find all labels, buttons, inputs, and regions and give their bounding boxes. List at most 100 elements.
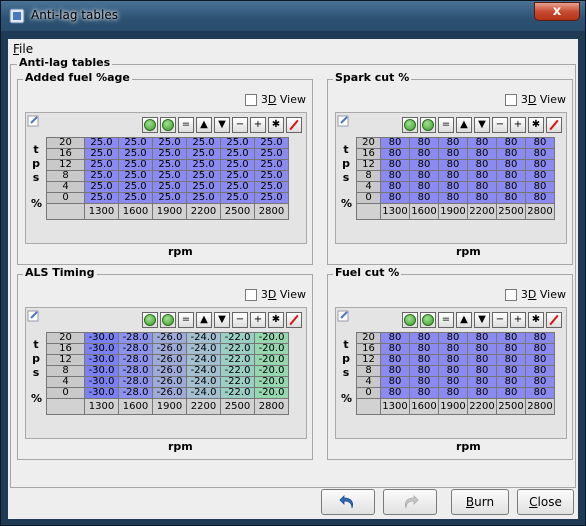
multiply-button[interactable]: ✱ xyxy=(268,117,284,133)
table-cell[interactable]: 80 xyxy=(380,170,410,182)
green-action-button-1[interactable] xyxy=(402,312,418,328)
set-equal-button[interactable]: = xyxy=(438,117,454,133)
table-cell[interactable]: -24.0 xyxy=(186,343,221,355)
table-cell[interactable]: 25.0 xyxy=(186,170,221,182)
table-cell[interactable]: 80 xyxy=(409,192,439,204)
table-cell[interactable]: 80 xyxy=(380,159,410,171)
table-cell[interactable]: 25.0 xyxy=(84,148,119,160)
table-cell[interactable]: 80 xyxy=(380,192,410,204)
table-cell[interactable]: -22.0 xyxy=(220,343,255,355)
table-cell[interactable]: 80 xyxy=(438,343,468,355)
checkbox-box[interactable] xyxy=(244,93,257,106)
plus-button[interactable]: + xyxy=(510,117,526,133)
green-action-button-2[interactable] xyxy=(420,117,436,133)
menu-file[interactable]: File xyxy=(13,42,33,56)
column-header[interactable]: 1600 xyxy=(118,203,153,220)
column-header[interactable]: 2800 xyxy=(525,203,555,220)
table-cell[interactable]: -24.0 xyxy=(186,365,221,377)
table-cell[interactable]: -20.0 xyxy=(254,387,289,399)
decrement-button[interactable]: ▼ xyxy=(474,117,490,133)
row-header[interactable]: 4 xyxy=(46,181,85,193)
table-cell[interactable]: 25.0 xyxy=(152,159,187,171)
table-cell[interactable]: 80 xyxy=(380,354,410,366)
column-header[interactable]: 2500 xyxy=(220,398,255,415)
row-header[interactable]: 16 xyxy=(356,343,381,355)
table-cell[interactable]: 25.0 xyxy=(84,159,119,171)
table-cell[interactable]: 25.0 xyxy=(254,192,289,204)
edit-icon[interactable] xyxy=(27,309,40,322)
table-cell[interactable]: 80 xyxy=(409,159,439,171)
row-header[interactable]: 0 xyxy=(356,387,381,399)
edit-icon[interactable] xyxy=(337,114,350,127)
table-cell[interactable]: 80 xyxy=(409,148,439,160)
table-cell[interactable]: 80 xyxy=(525,181,555,193)
column-header[interactable]: 2200 xyxy=(467,203,497,220)
table-cell[interactable]: 25.0 xyxy=(118,192,153,204)
table-cell[interactable]: 25.0 xyxy=(254,170,289,182)
table-cell[interactable]: 80 xyxy=(409,137,439,149)
multiply-button[interactable]: ✱ xyxy=(528,312,544,328)
table-cell[interactable]: 80 xyxy=(438,170,468,182)
table-cell[interactable]: -22.0 xyxy=(220,365,255,377)
increment-button[interactable]: ▲ xyxy=(456,312,472,328)
row-header[interactable]: 12 xyxy=(356,159,381,171)
table-cell[interactable]: 80 xyxy=(409,181,439,193)
table-cell[interactable]: 25.0 xyxy=(84,192,119,204)
decrement-button[interactable]: ▼ xyxy=(214,312,230,328)
row-header[interactable]: 12 xyxy=(356,354,381,366)
table-cell[interactable]: 80 xyxy=(467,354,497,366)
pen-button[interactable] xyxy=(286,312,302,328)
table-cell[interactable]: 80 xyxy=(467,137,497,149)
table-cell[interactable]: 80 xyxy=(409,170,439,182)
table-cell[interactable]: 80 xyxy=(496,159,526,171)
redo-button[interactable] xyxy=(383,489,437,515)
table-cell[interactable]: -20.0 xyxy=(254,332,289,344)
table-cell[interactable]: -20.0 xyxy=(254,376,289,388)
table-cell[interactable]: -22.0 xyxy=(220,354,255,366)
table-cell[interactable]: 80 xyxy=(438,387,468,399)
column-header[interactable]: 1300 xyxy=(84,398,119,415)
table-cell[interactable]: -22.0 xyxy=(220,387,255,399)
table-cell[interactable]: 80 xyxy=(525,148,555,160)
row-header[interactable]: 16 xyxy=(46,343,85,355)
pen-button[interactable] xyxy=(286,117,302,133)
table-cell[interactable]: 80 xyxy=(467,387,497,399)
table-cell[interactable]: 80 xyxy=(409,332,439,344)
table-cell[interactable]: 80 xyxy=(380,137,410,149)
table-cell[interactable]: 80 xyxy=(438,354,468,366)
green-action-button-1[interactable] xyxy=(142,312,158,328)
green-action-button-1[interactable] xyxy=(402,117,418,133)
row-header[interactable]: 20 xyxy=(46,137,85,149)
table-cell[interactable]: 25.0 xyxy=(84,137,119,149)
column-header[interactable]: 1900 xyxy=(152,203,187,220)
table-cell[interactable]: 80 xyxy=(438,192,468,204)
table-cell[interactable]: 25.0 xyxy=(220,170,255,182)
table-cell[interactable]: 25.0 xyxy=(220,159,255,171)
table-cell[interactable]: 80 xyxy=(525,192,555,204)
table-cell[interactable]: 80 xyxy=(525,365,555,377)
table-cell[interactable]: 25.0 xyxy=(152,170,187,182)
table-cell[interactable]: 25.0 xyxy=(254,148,289,160)
row-header[interactable]: 4 xyxy=(356,181,381,193)
column-header[interactable]: 2500 xyxy=(220,203,255,220)
row-header[interactable]: 8 xyxy=(46,365,85,377)
table-cell[interactable]: 80 xyxy=(467,159,497,171)
table-cell[interactable]: 80 xyxy=(496,376,526,388)
table-cell[interactable]: 25.0 xyxy=(152,148,187,160)
table-cell[interactable]: 80 xyxy=(438,137,468,149)
table-cell[interactable]: 80 xyxy=(409,376,439,388)
green-action-button-2[interactable] xyxy=(160,117,176,133)
row-header[interactable]: 12 xyxy=(46,354,85,366)
undo-button[interactable] xyxy=(321,489,375,515)
column-header[interactable]: 2200 xyxy=(186,203,221,220)
table-cell[interactable]: 80 xyxy=(467,148,497,160)
row-header[interactable]: 20 xyxy=(46,332,85,344)
checkbox-box[interactable] xyxy=(244,288,257,301)
increment-button[interactable]: ▲ xyxy=(196,117,212,133)
table-cell[interactable]: 25.0 xyxy=(220,181,255,193)
table-cell[interactable]: 25.0 xyxy=(254,159,289,171)
table-cell[interactable]: -24.0 xyxy=(186,387,221,399)
table-cell[interactable]: 80 xyxy=(438,181,468,193)
table-cell[interactable]: 25.0 xyxy=(220,192,255,204)
edit-icon[interactable] xyxy=(337,309,350,322)
